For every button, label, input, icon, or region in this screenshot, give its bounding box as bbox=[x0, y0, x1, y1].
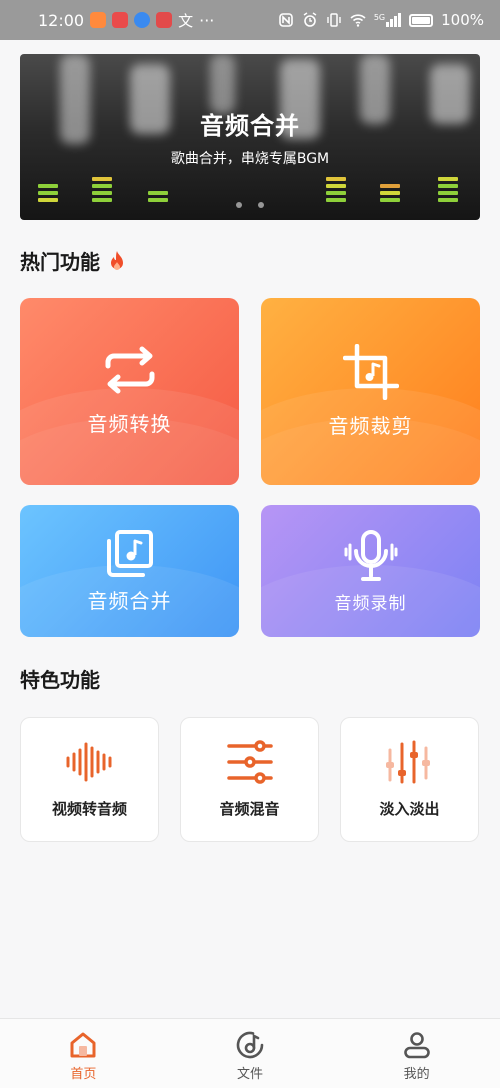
convert-arrows-icon bbox=[105, 346, 154, 394]
microphone-icon bbox=[344, 529, 397, 581]
equalizer-bars bbox=[380, 181, 400, 202]
network-type: 5G bbox=[373, 13, 386, 22]
equalizer-bars bbox=[326, 174, 346, 202]
equalizer-bars bbox=[92, 174, 112, 202]
audio-crop-card[interactable]: 音频裁剪 bbox=[261, 298, 480, 485]
home-icon bbox=[70, 1032, 96, 1058]
hot-features-heading: 热门功能 bbox=[20, 246, 126, 275]
banner-dot[interactable] bbox=[236, 202, 242, 208]
banner-dot[interactable] bbox=[258, 202, 264, 208]
nav-profile-label: 我的 bbox=[403, 1067, 430, 1082]
home-page: 12:00 文 ··· 5G 100% 音频合并 歌曲合并，串烧专属BGM 热门… bbox=[0, 0, 500, 1088]
user-icon bbox=[403, 1032, 430, 1059]
status-right: 5G 100% bbox=[278, 11, 484, 29]
fire-icon bbox=[111, 250, 123, 270]
status-more: ··· bbox=[199, 10, 215, 30]
banner-subtitle: 歌曲合并，串烧专属BGM bbox=[170, 151, 330, 167]
special-features-heading: 特色功能 bbox=[20, 664, 100, 693]
hot-features-title: 热门功能 bbox=[20, 250, 100, 274]
crop-music-icon bbox=[342, 344, 399, 400]
signal-icon: 5G bbox=[373, 13, 402, 27]
browser-app-icon bbox=[134, 12, 151, 28]
equalizer-bars bbox=[438, 174, 458, 202]
audio-mix-label: 音频混音 bbox=[219, 800, 280, 818]
audio-crop-label: 音频裁剪 bbox=[328, 414, 413, 438]
nfc-icon bbox=[279, 13, 293, 27]
nav-item-home[interactable]: 首页 bbox=[0, 1019, 167, 1088]
vibrate-icon bbox=[327, 13, 341, 27]
bottom-navigation: 首页 文件 我的 bbox=[0, 1018, 500, 1088]
video-to-audio-label: 视频转音频 bbox=[51, 800, 127, 818]
music-library-icon bbox=[106, 529, 153, 577]
nav-item-files[interactable]: 文件 bbox=[167, 1019, 334, 1088]
status-time: 12:00 bbox=[38, 10, 85, 30]
book-app-icon bbox=[112, 12, 129, 28]
audio-convert-label: 音频转换 bbox=[87, 412, 172, 436]
audio-merge-label: 音频合并 bbox=[87, 588, 172, 613]
battery-level: 100% bbox=[441, 11, 484, 29]
banner-bokeh bbox=[210, 54, 235, 114]
status-left: 12:00 文 ··· bbox=[38, 10, 214, 31]
audio-merge-card[interactable]: 音频合并 bbox=[20, 505, 239, 637]
nav-item-profile[interactable]: 我的 bbox=[333, 1019, 500, 1088]
equalizer-bars bbox=[38, 181, 58, 202]
nav-files-label: 文件 bbox=[237, 1067, 264, 1082]
audio-record-card[interactable]: 音频录制 bbox=[261, 505, 480, 637]
music-disc-icon bbox=[236, 1031, 264, 1059]
red-app-icon bbox=[156, 12, 173, 28]
audio-record-label: 音频录制 bbox=[334, 593, 407, 614]
nav-home-label: 首页 bbox=[70, 1067, 97, 1082]
wifi-icon bbox=[350, 14, 366, 27]
fade-in-out-item[interactable]: 淡入淡出 bbox=[340, 717, 479, 842]
alarm-icon bbox=[303, 12, 317, 27]
banner-carousel[interactable]: 音频合并 歌曲合并，串烧专属BGM bbox=[20, 54, 480, 220]
special-features-title: 特色功能 bbox=[20, 668, 100, 692]
banner-title: 音频合并 bbox=[200, 112, 300, 140]
audio-convert-card[interactable]: 音频转换 bbox=[20, 298, 239, 485]
battery-icon bbox=[409, 13, 434, 27]
audio-mix-item[interactable]: 音频混音 bbox=[180, 717, 319, 842]
mixer-sliders-icon bbox=[226, 740, 273, 784]
status-bar: 12:00 文 ··· 5G 100% bbox=[0, 0, 500, 40]
fade-in-out-label: 淡入淡出 bbox=[379, 800, 440, 818]
translate-icon: 文 bbox=[178, 11, 194, 30]
waveform-icon bbox=[66, 742, 111, 782]
video-to-audio-item[interactable]: 视频转音频 bbox=[20, 717, 159, 842]
fade-faders-icon bbox=[385, 740, 430, 784]
equalizer-bars bbox=[148, 188, 168, 202]
banner-pagination bbox=[20, 202, 480, 208]
app-notification-icon bbox=[90, 12, 107, 28]
